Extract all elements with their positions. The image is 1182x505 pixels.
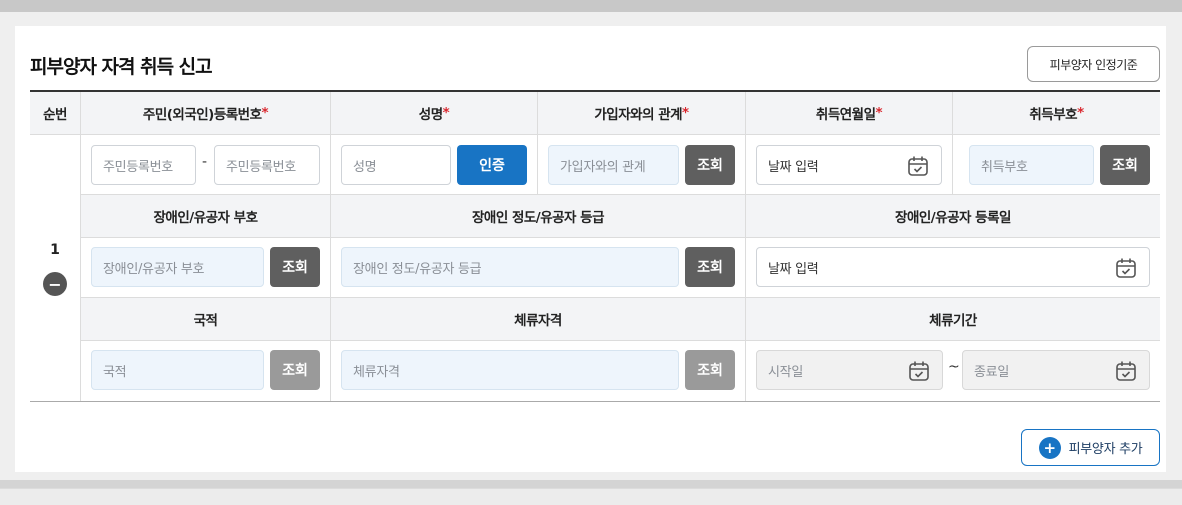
- relation-input[interactable]: 가입자와의 관계: [548, 145, 679, 185]
- header-acq-code: 취득부호 *: [953, 92, 1160, 134]
- period-tilde: ~: [948, 359, 960, 375]
- header-stay-period: 체류기간: [746, 298, 1160, 340]
- remove-row-button[interactable]: −: [43, 272, 67, 296]
- divider: [30, 134, 1160, 135]
- calendar-icon[interactable]: [907, 155, 929, 177]
- stay-start-input[interactable]: 시작일: [756, 350, 943, 390]
- acq-date-input[interactable]: 날짜 입력: [756, 145, 942, 185]
- header-dis-reg-date: 장애인/유공자 등록일: [746, 195, 1160, 237]
- stay-status-lookup-button[interactable]: 조회: [685, 350, 735, 390]
- add-dependent-label: 피부양자 추가: [1068, 442, 1143, 457]
- header-stay-status: 체류자격: [331, 298, 745, 340]
- plus-icon: +: [1038, 436, 1061, 459]
- divider: [80, 92, 81, 401]
- bottom-panel-edge: [0, 488, 1182, 505]
- row-number: 1: [50, 242, 60, 258]
- verify-button[interactable]: 인증: [457, 145, 527, 185]
- calendar-icon[interactable]: [1115, 257, 1137, 279]
- dis-grade-lookup-button[interactable]: 조회: [685, 247, 735, 287]
- divider: [81, 297, 1160, 298]
- dis-code-input[interactable]: 장애인/유공자 부호: [91, 247, 264, 287]
- calendar-icon[interactable]: [1115, 360, 1137, 382]
- dis-reg-date-placeholder: 날짜 입력: [768, 261, 819, 277]
- header-seq: 순번: [30, 92, 80, 134]
- header-dis-code: 장애인/유공자 부호: [81, 195, 330, 237]
- acq-code-input[interactable]: 취득부호: [969, 145, 1094, 185]
- rrn-dash: -: [202, 154, 208, 170]
- divider: [330, 92, 331, 401]
- rrn-first-input[interactable]: 주민등록번호: [91, 145, 196, 185]
- add-dependent-button[interactable]: + 피부양자 추가: [1021, 429, 1160, 466]
- divider: [745, 92, 746, 401]
- divider: [81, 237, 1160, 238]
- stay-end-input[interactable]: 종료일: [962, 350, 1150, 390]
- divider: [952, 92, 953, 195]
- divider: [537, 92, 538, 195]
- stay-end-placeholder: 종료일: [974, 364, 1009, 380]
- divider: [81, 340, 1160, 341]
- stay-status-input[interactable]: 체류자격: [341, 350, 679, 390]
- acq-code-lookup-button[interactable]: 조회: [1100, 145, 1150, 185]
- header-name: 성명 *: [331, 92, 537, 134]
- nationality-lookup-button[interactable]: 조회: [270, 350, 320, 390]
- header-relation: 가입자와의 관계 *: [538, 92, 745, 134]
- dis-code-lookup-button[interactable]: 조회: [270, 247, 320, 287]
- header-acq-date: 취득연월일 *: [746, 92, 952, 134]
- acq-date-placeholder: 날짜 입력: [768, 159, 819, 175]
- dis-grade-input[interactable]: 장애인 정도/유공자 등급: [341, 247, 679, 287]
- dis-reg-date-input[interactable]: 날짜 입력: [756, 247, 1150, 287]
- panel-background: 피부양자 자격 취득 신고 피부양자 인정기준 순번 주민(외국인)등록번호 * …: [0, 12, 1182, 480]
- dependent-criteria-button[interactable]: 피부양자 인정기준: [1027, 46, 1160, 82]
- rrn-second-input[interactable]: 주민등록번호: [214, 145, 320, 185]
- page-title: 피부양자 자격 취득 신고: [30, 56, 213, 78]
- name-input[interactable]: 성명: [341, 145, 451, 185]
- header-dis-grade: 장애인 정도/유공자 등급: [331, 195, 745, 237]
- header-rrn: 주민(외국인)등록번호 *: [81, 92, 330, 134]
- calendar-icon[interactable]: [908, 360, 930, 382]
- divider: [81, 194, 1160, 195]
- dependent-form-table: 순번 주민(외국인)등록번호 * 성명 * 가입자와의 관계 * 취득연월일 * 취득부…: [30, 90, 1160, 402]
- nationality-input[interactable]: 국적: [91, 350, 264, 390]
- stay-start-placeholder: 시작일: [768, 364, 803, 380]
- relation-lookup-button[interactable]: 조회: [685, 145, 735, 185]
- header-nationality: 국적: [81, 298, 330, 340]
- dependent-form-card: 피부양자 자격 취득 신고 피부양자 인정기준 순번 주민(외국인)등록번호 * …: [15, 26, 1166, 472]
- top-scroll-bar: [0, 0, 1182, 12]
